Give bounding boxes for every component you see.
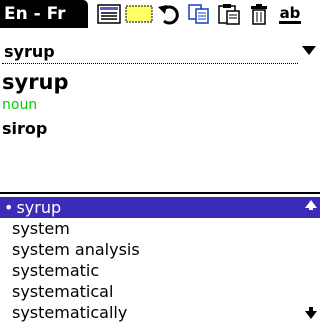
toolbar: ab (94, 2, 304, 26)
word-list: • syrup system system analysis systematic… (0, 197, 320, 323)
trash-icon[interactable] (244, 2, 274, 26)
text-style-icon[interactable]: ab (274, 2, 304, 26)
lookup-input[interactable] (2, 40, 298, 64)
dictionary-entry: syrup noun sirop (0, 68, 300, 144)
language-pair-label: En - Fr (4, 4, 66, 24)
entry-translation: sirop (2, 119, 48, 138)
undo-icon[interactable] (154, 2, 184, 26)
list-icon[interactable] (94, 2, 124, 26)
text-style-label: ab (278, 3, 302, 24)
word-list-item[interactable]: system analysis (0, 239, 320, 260)
scroll-down-icon[interactable] (305, 307, 317, 319)
dropdown-arrow-icon[interactable] (302, 46, 316, 55)
language-pair-tab[interactable]: En - Fr (0, 0, 88, 28)
scroll-up-icon[interactable] (305, 200, 317, 210)
word-list-item[interactable]: systematical (0, 281, 320, 302)
entry-headword: syrup (2, 70, 69, 94)
word-list-item[interactable]: systematically (0, 302, 320, 323)
divider (0, 192, 320, 194)
word-list-item-label: syrup (16, 198, 62, 217)
entry-part-of-speech: noun (2, 97, 38, 113)
paste-icon[interactable] (214, 2, 244, 26)
word-list-item[interactable]: systematic (0, 260, 320, 281)
word-list-item[interactable]: system (0, 218, 320, 239)
word-list-item-selected[interactable]: • syrup (0, 197, 320, 218)
selection-bullet-icon: • (4, 198, 14, 217)
lookup-row (0, 40, 320, 66)
title-bar: En - Fr ab (0, 0, 320, 28)
note-icon[interactable] (124, 2, 154, 26)
copy-icon[interactable] (184, 2, 214, 26)
